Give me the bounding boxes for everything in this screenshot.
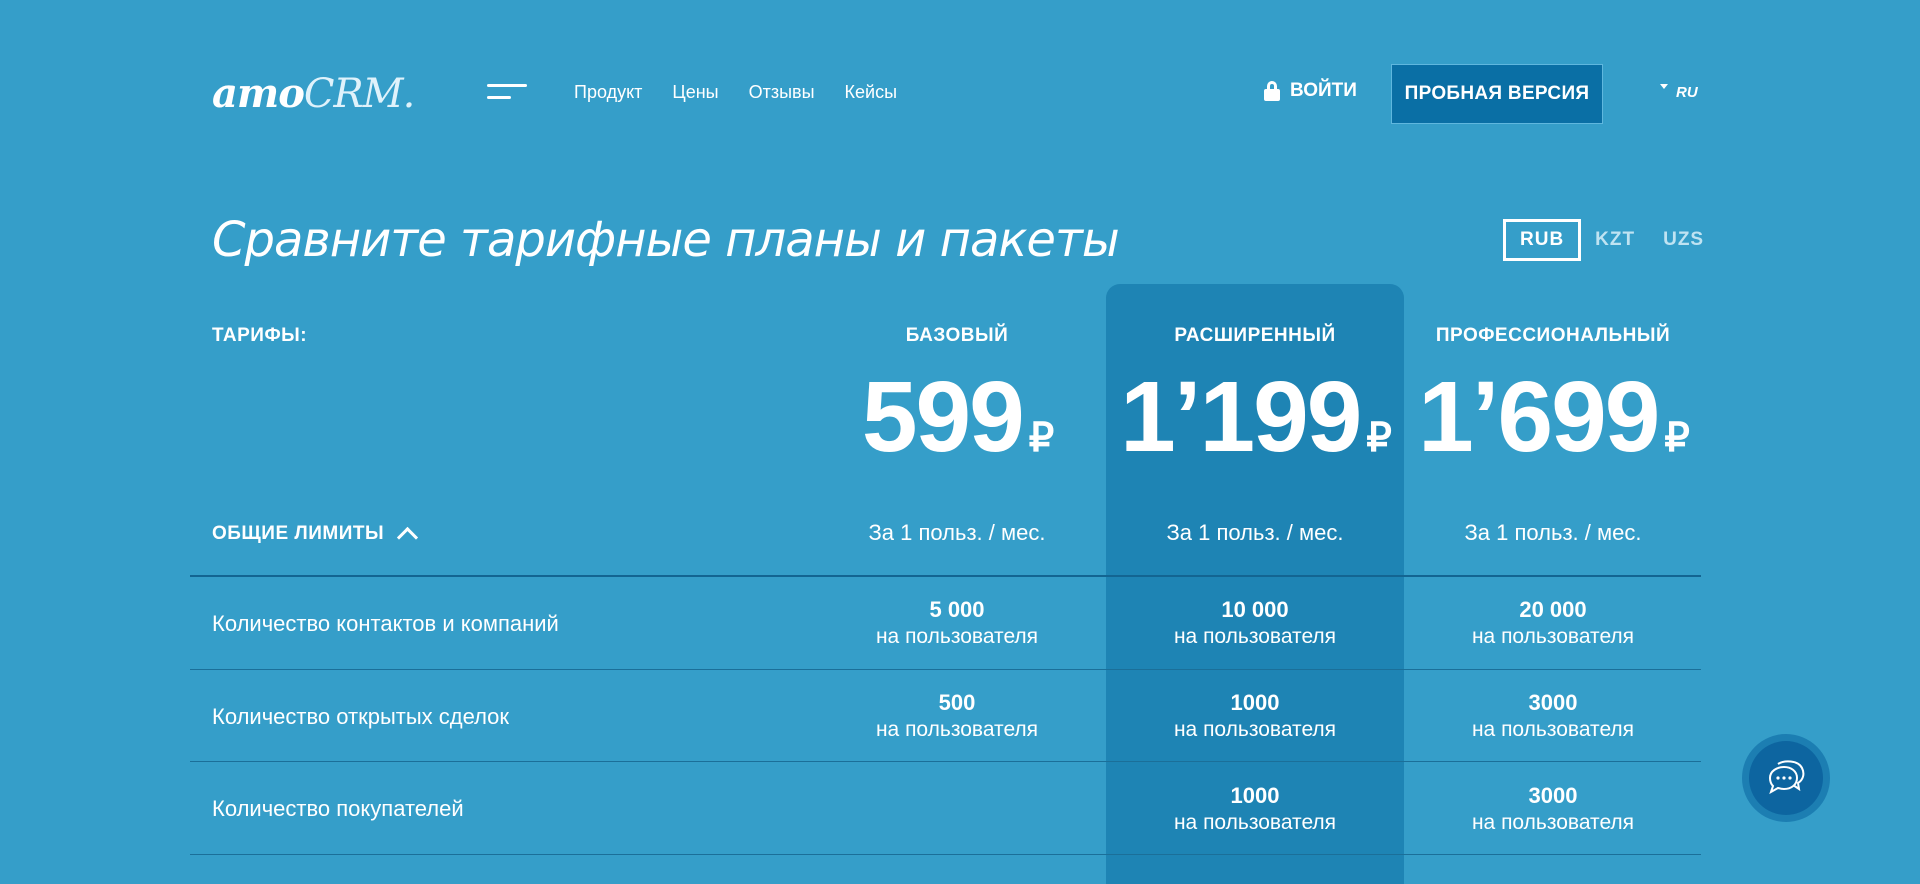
currency-symbol: ₽ (1664, 416, 1689, 460)
plan-period-professional: За 1 польз. / мес. (1464, 520, 1642, 545)
chevron-up-icon (396, 526, 419, 549)
logo[interactable]: amoCRM. (212, 70, 415, 117)
plan-name-extended: РАСШИРЕННЫЙ (1174, 325, 1336, 346)
caret-down-icon (1660, 84, 1668, 89)
row-label-customers: Количество покупателей (212, 796, 464, 821)
plan-price-value: 599 (861, 361, 1025, 473)
cell-value: 3000 (1528, 690, 1578, 715)
cell-value: 1000 (1230, 783, 1280, 808)
cell-unit: на пользователя (875, 718, 1039, 741)
nav-item-prices[interactable]: Цены (672, 82, 718, 103)
header: amoCRM. Продукт Цены Отзывы Кейсы ВОЙТИ … (212, 62, 1702, 124)
row-label-deals: Количество открытых сделок (212, 704, 510, 729)
page-title: Сравните тарифные планы и пакеты (212, 212, 1120, 268)
plan-price-value: 1’199 (1120, 361, 1362, 473)
divider (190, 761, 1701, 762)
nav-item-cases[interactable]: Кейсы (845, 82, 898, 103)
cell-unit: на пользователя (1173, 625, 1337, 648)
plan-price-basic: 599 ₽ (808, 362, 1106, 493)
cell-unit: на пользователя (1471, 718, 1635, 741)
trial-button[interactable]: ПРОБНАЯ ВЕРСИЯ (1391, 64, 1603, 124)
main-nav: Продукт Цены Отзывы Кейсы (574, 82, 897, 103)
divider (190, 575, 1701, 577)
table-cell: 5 000 на пользователя (808, 597, 1106, 651)
row-label-contacts: Количество контактов и компаний (212, 611, 559, 636)
table-cell: 20 000 на пользователя (1404, 597, 1702, 651)
cell-unit: на пользователя (1173, 811, 1337, 834)
table-cell: 3000 на пользователя (1404, 690, 1702, 744)
cell-unit: на пользователя (1471, 811, 1635, 834)
plan-period-basic: За 1 польз. / мес. (868, 520, 1046, 545)
table-cell: 1000 на пользователя (1106, 783, 1404, 837)
cell-value: 20 000 (1519, 597, 1587, 622)
language-selector[interactable]: RU (1660, 84, 1698, 101)
plan-price-extended: 1’199 ₽ (1106, 362, 1404, 493)
cell-unit: на пользователя (1173, 718, 1337, 741)
divider (190, 854, 1701, 855)
cell-value: 10 000 (1221, 597, 1289, 622)
plan-period-extended: За 1 польз. / мес. (1166, 520, 1344, 545)
plan-price-professional: 1’699 ₽ (1404, 362, 1702, 493)
table-cell: 1000 на пользователя (1106, 690, 1404, 744)
plan-price-value: 1’699 (1418, 361, 1660, 473)
logo-main: amo (212, 70, 305, 117)
chat-icon (1768, 760, 1805, 795)
plan-name-basic: БАЗОВЫЙ (905, 325, 1009, 346)
tariffs-label: ТАРИФЫ: (212, 325, 308, 346)
cell-value: 500 (938, 690, 976, 715)
lock-icon (1264, 81, 1280, 101)
cell-value: 5 000 (929, 597, 985, 622)
login-label: ВОЙТИ (1290, 80, 1357, 101)
chat-button[interactable] (1742, 734, 1830, 822)
currency-symbol: ₽ (1028, 416, 1054, 460)
login-button[interactable]: ВОЙТИ (1264, 80, 1357, 102)
menu-icon[interactable] (487, 84, 527, 102)
language-label: RU (1676, 84, 1698, 101)
currency-uzs[interactable]: UZS (1649, 219, 1718, 261)
nav-item-product[interactable]: Продукт (574, 82, 642, 103)
limits-toggle[interactable]: ОБЩИЕ ЛИМИТЫ (212, 522, 419, 549)
divider (190, 669, 1701, 670)
table-cell: 500 на пользователя (808, 690, 1106, 744)
currency-switcher: RUB KZT UZS (1503, 219, 1718, 261)
logo-accent: CRM. (303, 71, 415, 117)
cell-unit: на пользователя (875, 625, 1039, 648)
limits-label: ОБЩИЕ ЛИМИТЫ (212, 522, 385, 544)
table-cell: 10 000 на пользователя (1106, 597, 1404, 651)
plan-name-professional: ПРОФЕССИОНАЛЬНЫЙ (1435, 325, 1671, 346)
nav-item-reviews[interactable]: Отзывы (749, 82, 815, 103)
currency-kzt[interactable]: KZT (1581, 219, 1649, 261)
cell-unit: на пользователя (1471, 625, 1635, 648)
currency-symbol: ₽ (1366, 416, 1391, 460)
currency-rub[interactable]: RUB (1503, 219, 1582, 261)
table-cell: 3000 на пользователя (1404, 783, 1702, 837)
cell-value: 3000 (1528, 783, 1578, 808)
cell-value: 1000 (1230, 690, 1280, 715)
